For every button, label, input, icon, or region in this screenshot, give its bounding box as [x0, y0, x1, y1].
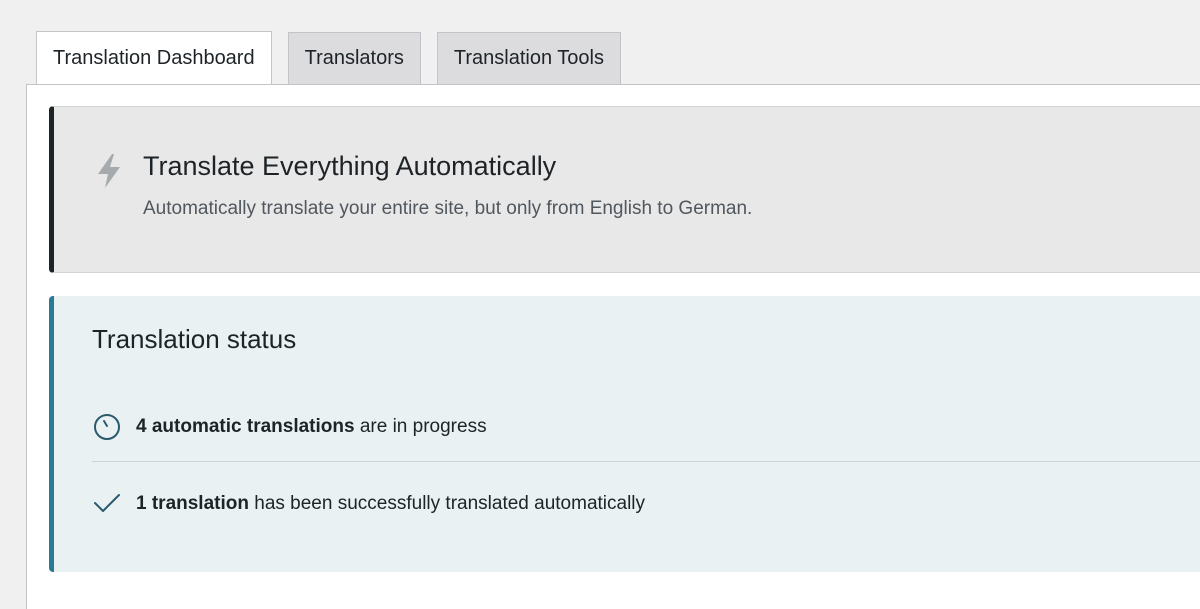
translation-status-title: Translation status — [92, 324, 297, 354]
status-description-in-progress: are in progress — [354, 415, 487, 437]
status-count-completed: 1 translation — [136, 493, 249, 514]
translation-status-card: Translation status 4 automatic translati… — [49, 296, 1200, 572]
translate-automatically-description: Automatically translate your entire site… — [143, 198, 753, 219]
progress-clock-icon — [92, 412, 122, 442]
checkmark-icon — [92, 489, 122, 519]
tab-translation-dashboard[interactable]: Translation Dashboard — [36, 31, 272, 84]
lightning-bolt-icon — [94, 153, 124, 189]
dashboard-panel: Translate Everything Automatically Autom… — [26, 84, 1200, 609]
status-description-completed: has been successfully translated automat… — [248, 493, 646, 514]
tab-translators[interactable]: Translators — [287, 32, 421, 84]
tab-translation-tools[interactable]: Translation Tools — [436, 32, 621, 84]
tab-bar: Translation Dashboard Translators Transl… — [36, 31, 621, 84]
status-row-text: 1 translation has been successfully tran… — [136, 493, 645, 515]
status-count-in-progress: 4 automatic translations — [136, 415, 355, 437]
status-row-text: 4 automatic translations are in progress — [136, 416, 487, 438]
translate-automatically-card[interactable]: Translate Everything Automatically Autom… — [49, 106, 1200, 273]
status-row-in-progress: 4 automatic translations are in progress — [92, 392, 1200, 462]
translate-automatically-title: Translate Everything Automatically — [143, 151, 557, 181]
status-row-completed: 1 translation has been successfully tran… — [92, 469, 1200, 539]
